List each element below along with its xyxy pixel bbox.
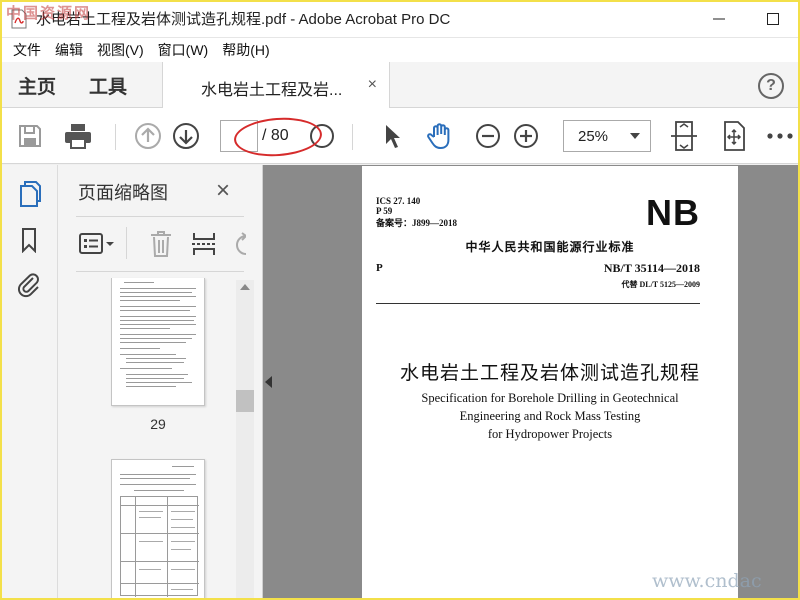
tab-home[interactable]: 主页 xyxy=(18,72,56,99)
doc-standard-number: NB/T 35114—2018 xyxy=(603,261,700,275)
panel-title: 页面缩略图 xyxy=(78,183,168,203)
select-cursor-icon[interactable] xyxy=(376,120,408,152)
watermark-top: 中国资源网 xyxy=(6,5,92,22)
scroll-up-arrow-icon[interactable] xyxy=(240,284,250,290)
tab-bar: 主页 工具 水电岩土工程及岩... × ? xyxy=(0,62,800,109)
more-tools-icon[interactable] xyxy=(764,120,796,152)
doc-title-en-line3: for Hydropower Projects xyxy=(487,427,613,441)
tab-close-button[interactable]: × xyxy=(368,76,377,94)
thumbnail-options-icon[interactable] xyxy=(78,231,116,262)
thumbnail-table xyxy=(120,496,199,597)
thumbnails-scrollbar[interactable] xyxy=(236,280,254,600)
delete-page-icon[interactable] xyxy=(148,229,174,264)
insert-page-icon[interactable] xyxy=(190,229,218,264)
page-thumbnail[interactable] xyxy=(111,459,205,600)
menu-edit[interactable]: 编辑 xyxy=(48,40,90,60)
tab-document[interactable]: 水电岩土工程及岩... × xyxy=(162,62,390,109)
save-icon[interactable] xyxy=(14,120,46,152)
doc-title-zh: 水电岩土工程及岩体测试造孔规程 xyxy=(399,363,700,384)
help-button[interactable]: ? xyxy=(758,73,784,99)
page-thumbnail[interactable] xyxy=(111,278,205,406)
doc-org: 中华人民共和国能源行业标准 xyxy=(465,240,635,254)
doc-p-class: P 59 xyxy=(376,206,393,216)
scrollbar-thumb[interactable] xyxy=(236,390,254,412)
zoom-value: 25% xyxy=(578,128,609,145)
minimize-button[interactable] xyxy=(692,0,746,38)
page-display-icon[interactable] xyxy=(718,120,750,152)
previous-page-icon[interactable] xyxy=(132,120,164,152)
doc-replaces: 代替 DL/T 5125—2009 xyxy=(621,280,700,289)
toolbar-separator xyxy=(115,124,116,150)
tab-tools[interactable]: 工具 xyxy=(89,72,127,99)
doc-nb-mark: NB xyxy=(646,192,700,233)
chevron-down-icon xyxy=(630,133,640,139)
doc-ics: ICS 27. 140 xyxy=(376,196,421,206)
bookmark-icon[interactable] xyxy=(14,225,44,255)
menu-view[interactable]: 视图(V) xyxy=(90,40,151,60)
thumbnail-page-label: 29 xyxy=(150,416,166,432)
maximize-button[interactable] xyxy=(746,0,800,38)
panel-tools xyxy=(76,227,251,261)
menu-help[interactable]: 帮助(H) xyxy=(215,40,276,60)
panel-tools-separator xyxy=(126,227,127,259)
print-icon[interactable] xyxy=(62,120,94,152)
zoom-out-icon[interactable] xyxy=(472,120,504,152)
panel-divider xyxy=(76,271,244,272)
toolbar xyxy=(0,108,800,164)
page-thumbnails-icon[interactable] xyxy=(14,179,44,209)
rotate-page-icon[interactable] xyxy=(234,231,246,257)
zoom-in-icon[interactable] xyxy=(510,120,542,152)
attachment-icon[interactable] xyxy=(14,269,44,299)
zoom-select[interactable]: 25% xyxy=(563,120,651,152)
thumbnails-panel: 页面缩略图 × 29 xyxy=(58,165,263,600)
title-bar: 水电岩土工程及岩体测试造孔规程.pdf - Adobe Acrobat Pro … xyxy=(0,0,800,38)
fit-page-icon[interactable] xyxy=(668,120,700,152)
left-rail xyxy=(0,165,58,600)
window-title: 水电岩土工程及岩体测试造孔规程.pdf - Adobe Acrobat Pro … xyxy=(36,11,451,28)
watermark-bottom: www.cndac xyxy=(652,570,762,592)
hand-tool-icon[interactable] xyxy=(424,120,456,152)
doc-title-en-line1: Specification for Borehole Drilling in G… xyxy=(421,391,679,405)
menu-bar: 文件 编辑 视图(V) 窗口(W) 帮助(H) xyxy=(0,38,800,62)
panel-divider xyxy=(76,216,244,217)
toolbar-separator xyxy=(352,124,353,150)
document-page[interactable]: ICS 27. 140 P 59 备案号：J899—2018 NB 中华人民共和… xyxy=(362,166,738,600)
doc-p-code: P xyxy=(376,262,383,274)
doc-title-en-line2: Engineering and Rock Mass Testing xyxy=(459,409,641,423)
next-page-icon[interactable] xyxy=(170,120,202,152)
collapse-panel-icon[interactable] xyxy=(265,376,272,388)
panel-close-button[interactable]: × xyxy=(216,177,230,205)
doc-rule xyxy=(376,303,700,304)
menu-file[interactable]: 文件 xyxy=(6,40,48,60)
menu-window[interactable]: 窗口(W) xyxy=(151,40,216,60)
doc-record-no: 备案号：J899—2018 xyxy=(376,218,458,228)
tab-document-label: 水电岩土工程及岩... xyxy=(201,82,343,99)
